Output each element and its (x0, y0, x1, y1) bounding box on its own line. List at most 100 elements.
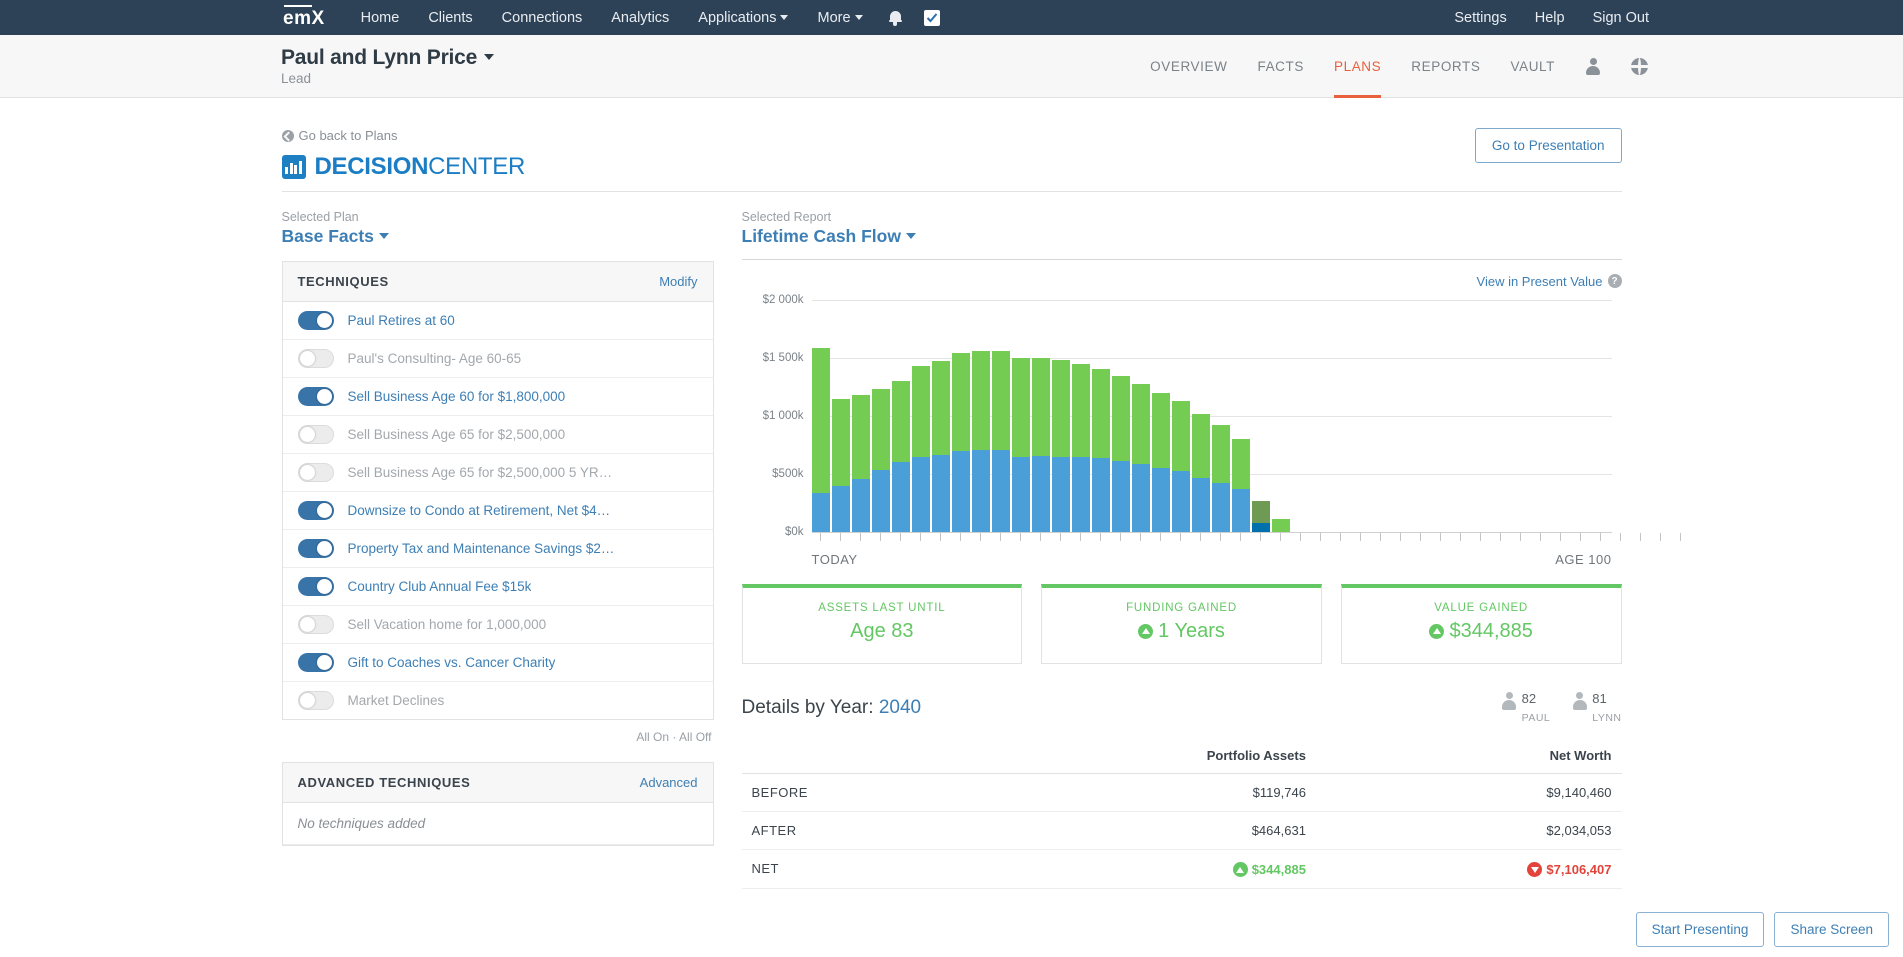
advanced-techniques-panel: ADVANCED TECHNIQUES Advanced No techniqu… (281, 761, 714, 846)
chart-bar[interactable] (1191, 414, 1210, 532)
technique-toggle[interactable] (297, 652, 334, 672)
details-year[interactable]: 2040 (879, 697, 921, 718)
checkbox-icon[interactable] (923, 9, 940, 26)
chart-bar[interactable] (1231, 438, 1250, 532)
technique-row[interactable]: Sell Business Age 65 for $2,500,000 (282, 416, 713, 454)
chart-bar[interactable] (1271, 518, 1290, 532)
selected-report-value: Lifetime Cash Flow (741, 225, 901, 246)
technique-row[interactable]: Country Club Annual Fee $15k (282, 568, 713, 606)
technique-row[interactable]: Downsize to Condo at Retirement, Net $4… (282, 492, 713, 530)
technique-row[interactable]: Sell Business Age 60 for $1,800,000 (282, 378, 713, 416)
nav-item-analytics[interactable]: Analytics (611, 10, 669, 26)
chart-bar[interactable] (811, 348, 830, 532)
selected-report-dropdown[interactable]: Lifetime Cash Flow (742, 224, 1622, 247)
selected-plan-dropdown[interactable]: Base Facts (282, 224, 714, 247)
chart-bar[interactable] (1091, 368, 1110, 532)
tab-vault[interactable]: VAULT (1510, 35, 1555, 98)
client-name-dropdown[interactable]: Paul and Lynn Price (281, 46, 495, 70)
toggle-knob (316, 540, 332, 556)
tab-plans[interactable]: PLANS (1333, 35, 1382, 98)
emx-logo[interactable]: emX (283, 4, 325, 30)
chart-bar[interactable] (1111, 376, 1130, 532)
chart-bar[interactable] (1031, 358, 1050, 532)
x-axis-tick (972, 532, 990, 541)
chart-bar[interactable] (871, 388, 890, 532)
technique-row[interactable]: Paul Retires at 60 (282, 302, 713, 340)
chart-bar[interactable] (991, 350, 1010, 532)
settings-link[interactable]: Settings (1454, 10, 1506, 26)
all-on-link[interactable]: All On (636, 730, 669, 744)
technique-row[interactable]: Sell Business Age 65 for $2,500,000 5 YR… (282, 454, 713, 492)
chart-bar[interactable] (1131, 384, 1150, 532)
chart-bar[interactable] (1011, 358, 1030, 532)
x-axis-tick (1512, 532, 1530, 541)
cell-portfolio-assets: $344,885 (965, 849, 1316, 889)
view-in-present-value-link[interactable]: View in Present Value ? (1477, 274, 1622, 289)
tick-mark (1020, 532, 1021, 541)
tab-reports[interactable]: REPORTS (1411, 35, 1480, 98)
nav-item-more[interactable]: More (817, 10, 863, 26)
x-axis-tick (992, 532, 1010, 541)
nav-item-connections[interactable]: Connections (502, 10, 583, 26)
value-text: $344,885 (1251, 862, 1306, 877)
technique-toggle[interactable] (297, 462, 334, 482)
chevron-down-icon (780, 15, 789, 21)
toggle-knob (299, 692, 315, 708)
chart-bar[interactable] (891, 380, 910, 532)
go-to-presentation-button[interactable]: Go to Presentation (1474, 128, 1622, 163)
bar-segment (1151, 393, 1170, 469)
person-icon[interactable] (1585, 58, 1601, 75)
technique-row[interactable]: Property Tax and Maintenance Savings $2… (282, 530, 713, 568)
share-screen-button[interactable]: Share Screen (1774, 912, 1889, 947)
go-back-to-plans-link[interactable]: Go back to Plans (281, 128, 398, 143)
globe-icon[interactable] (1631, 58, 1648, 75)
nav-item-home[interactable]: Home (361, 10, 400, 26)
chart-bar[interactable] (951, 352, 970, 532)
bell-icon[interactable] (888, 10, 902, 26)
technique-toggle[interactable] (297, 310, 334, 330)
tick-mark (1080, 532, 1081, 541)
all-off-link[interactable]: All Off (679, 730, 711, 744)
start-presenting-button[interactable]: Start Presenting (1635, 912, 1765, 947)
technique-row[interactable]: Sell Vacation home for 1,000,000 (282, 606, 713, 644)
x-axis-tick (852, 532, 870, 541)
bar-segment (911, 366, 930, 457)
modify-link[interactable]: Modify (659, 274, 697, 289)
chart-bar[interactable] (971, 351, 990, 532)
value-text: $7,106,407 (1546, 862, 1612, 877)
tab-facts[interactable]: FACTS (1257, 35, 1304, 98)
chart-bar[interactable] (1171, 401, 1190, 532)
help-icon[interactable]: ? (1607, 274, 1622, 288)
technique-toggle[interactable] (297, 538, 334, 558)
technique-row[interactable]: Gift to Coaches vs. Cancer Charity (282, 644, 713, 682)
nav-item-clients[interactable]: Clients (428, 10, 472, 26)
chart-bar[interactable] (1071, 363, 1090, 532)
chart-bar[interactable] (1251, 500, 1270, 532)
sign-out-link[interactable]: Sign Out (1593, 10, 1649, 26)
advanced-link[interactable]: Advanced (640, 775, 698, 790)
technique-row[interactable]: Market Declines (283, 682, 713, 719)
technique-toggle[interactable] (297, 424, 334, 444)
technique-toggle[interactable] (297, 386, 334, 406)
technique-toggle[interactable] (297, 690, 334, 710)
chart-bar[interactable] (931, 361, 950, 532)
tick-mark (1040, 532, 1041, 541)
technique-toggle[interactable] (297, 348, 334, 368)
bar-segment (1171, 471, 1190, 532)
technique-toggle[interactable] (297, 500, 334, 520)
x-axis-tick (952, 532, 970, 541)
chart-bar[interactable] (911, 366, 930, 532)
tab-overview[interactable]: OVERVIEW (1150, 35, 1227, 98)
chart-bar[interactable] (851, 394, 870, 532)
row-label: BEFORE (741, 773, 966, 812)
bar-segment (851, 394, 870, 479)
chart-bar[interactable] (1151, 393, 1170, 532)
help-link[interactable]: Help (1535, 10, 1565, 26)
technique-toggle[interactable] (297, 576, 334, 596)
chart-bar[interactable] (831, 399, 850, 532)
nav-item-applications[interactable]: Applications (698, 10, 789, 26)
technique-toggle[interactable] (297, 614, 334, 634)
chart-bar[interactable] (1211, 425, 1230, 532)
technique-row[interactable]: Paul's Consulting- Age 60-65 (282, 340, 713, 378)
chart-bar[interactable] (1051, 360, 1070, 532)
